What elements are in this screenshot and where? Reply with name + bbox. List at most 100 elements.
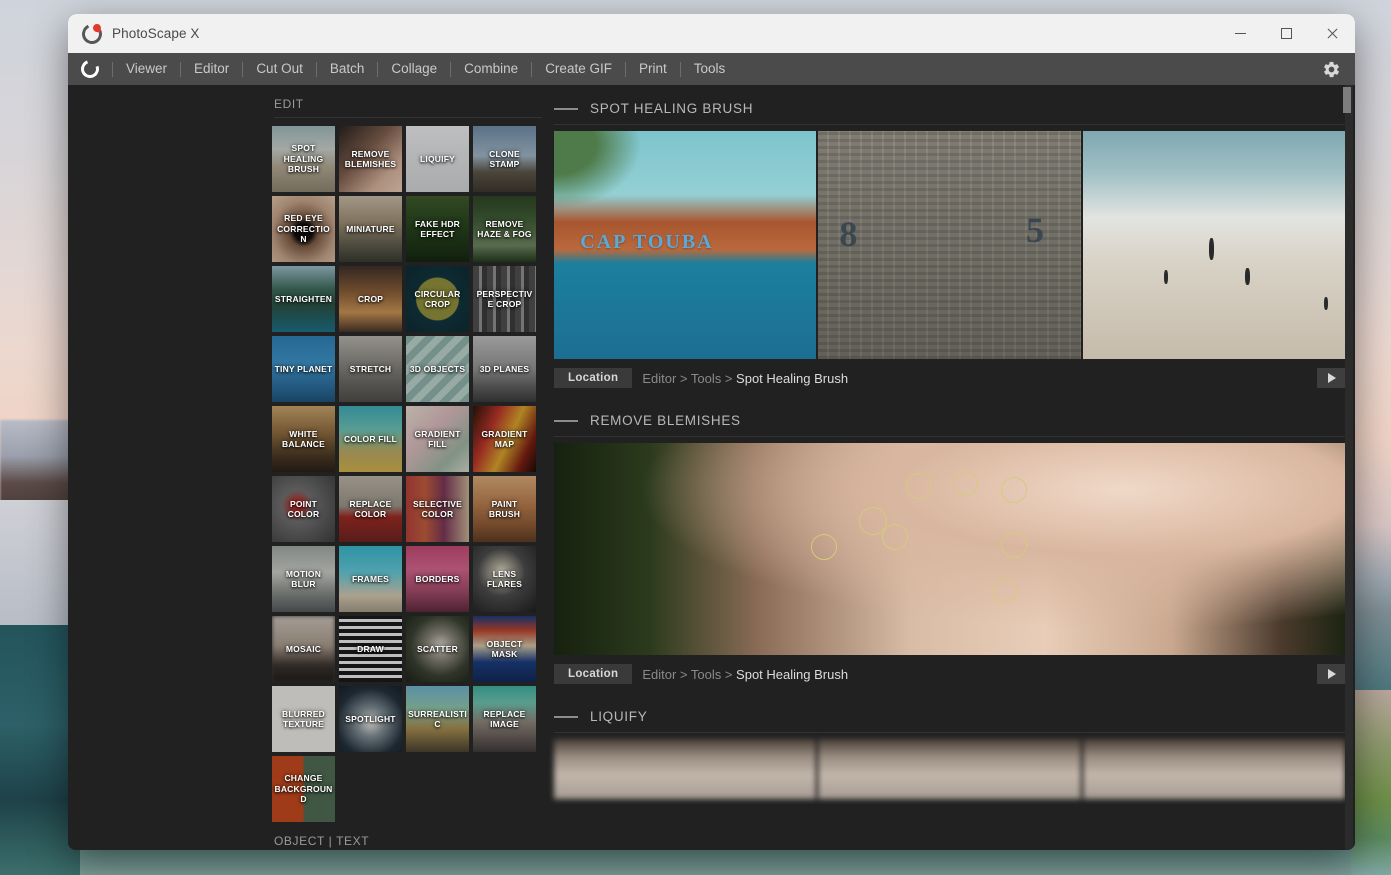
preview-pane: SPOT HEALING BRUSH CAP TOUBA 8 5 Locatio… [544, 85, 1355, 850]
tool-tile-perspective-crop[interactable]: PERSPECTIVE CROP [473, 266, 536, 332]
preview-image-brickwall[interactable]: 8 5 [818, 131, 1081, 359]
tool-tile-color-fill[interactable]: COLOR FILL [339, 406, 402, 472]
location-bar-remove-blemishes: Location Editor > Tools > Spot Healing B… [554, 655, 1345, 693]
breadcrumb: Editor > Tools > Spot Healing Brush [642, 371, 848, 386]
tool-tile-label: SELECTIVE COLOR [412, 498, 463, 520]
tool-tile-scatter[interactable]: SCATTER [406, 616, 469, 682]
tool-tile-remove-blemishes[interactable]: REMOVE BLEMISHES [339, 126, 402, 192]
preview-image-liquify-2[interactable] [818, 739, 1081, 799]
tool-tile-liquify[interactable]: LIQUIFY [406, 126, 469, 192]
tool-tile-paint-brush[interactable]: PAINT BRUSH [473, 476, 536, 542]
play-button[interactable] [1317, 368, 1345, 388]
blemish-marker [1000, 532, 1027, 559]
tool-tile-straighten[interactable]: STRAIGHTEN [272, 266, 335, 332]
menu-item-create-gif[interactable]: Create GIF [532, 53, 625, 85]
menu-item-batch[interactable]: Batch [317, 53, 378, 85]
menu-item-editor[interactable]: Editor [181, 53, 242, 85]
tool-tile-borders[interactable]: BORDERS [406, 546, 469, 612]
preview-scrollbar-track[interactable] [1343, 85, 1353, 850]
tool-tile-lens-flares[interactable]: LENS FLARES [473, 546, 536, 612]
tool-tile-label: DRAW [357, 643, 384, 654]
tool-tile-label: POINT COLOR [287, 498, 320, 520]
app-window: PhotoScape X Viewer Editor Cut Out Batch… [68, 14, 1355, 850]
preview-title-remove-blemishes: REMOVE BLEMISHES [590, 413, 741, 428]
maximize-button[interactable] [1263, 14, 1309, 53]
tool-tile-label: REMOVE BLEMISHES [344, 148, 397, 170]
tool-tile-remove-haze-fog[interactable]: REMOVE HAZE & FOG [473, 196, 536, 262]
tool-tile-tiny-planet[interactable]: TINY PLANET [272, 336, 335, 402]
tool-tile-label: CIRCULAR CROP [414, 288, 461, 310]
tool-tile-3d-objects[interactable]: 3D OBJECTS [406, 336, 469, 402]
wallpaper-grassland [1351, 690, 1391, 875]
tool-tile-crop[interactable]: CROP [339, 266, 402, 332]
preview-images-liquify [554, 739, 1345, 799]
preview-image-beach[interactable] [1082, 131, 1345, 359]
gear-icon[interactable] [1322, 60, 1341, 79]
tool-tile-spot-healing-brush[interactable]: SPOT HEALING BRUSH [272, 126, 335, 192]
tool-tile-circular-crop[interactable]: CIRCULAR CROP [406, 266, 469, 332]
app-home-icon[interactable] [78, 57, 102, 81]
tool-tile-mosaic[interactable]: MOSAIC [272, 616, 335, 682]
section-divider [554, 436, 1345, 437]
tool-tile-fake-hdr-effect[interactable]: FAKE HDR EFFECT [406, 196, 469, 262]
tool-tile-miniature[interactable]: MINIATURE [339, 196, 402, 262]
tool-tile-point-color[interactable]: POINT COLOR [272, 476, 335, 542]
tool-tile-label: STRETCH [349, 363, 392, 374]
tool-tile-object-mask[interactable]: OBJECT MASK [473, 616, 536, 682]
tool-tile-blurred-texture[interactable]: BLURRED TEXTURE [272, 686, 335, 752]
tool-tile-label: SCATTER [417, 643, 458, 654]
tool-tile-label: SPOT HEALING BRUSH [283, 143, 324, 175]
minimize-button[interactable] [1217, 14, 1263, 53]
close-button[interactable] [1309, 14, 1355, 53]
preview-image-face[interactable] [554, 443, 1345, 655]
blemish-marker [882, 523, 909, 550]
blemish-marker [905, 472, 932, 499]
tool-tile-label: CHANGE BACKGROUND [274, 773, 333, 805]
location-label: Location [554, 368, 633, 388]
menu-item-viewer[interactable]: Viewer [113, 53, 180, 85]
tool-tile-label: REPLACE IMAGE [483, 708, 526, 730]
preview-image-liquify-3[interactable] [1082, 739, 1345, 799]
section-divider [554, 732, 1345, 733]
play-button[interactable] [1317, 664, 1345, 684]
menu-item-collage[interactable]: Collage [378, 53, 450, 85]
breadcrumb-current: Spot Healing Brush [736, 666, 849, 682]
preview-image-pool[interactable]: CAP TOUBA [554, 131, 817, 359]
blemish-marker [993, 578, 1017, 603]
tool-tile-label: GRADIENT MAP [481, 428, 528, 450]
tool-tile-frames[interactable]: FRAMES [339, 546, 402, 612]
tool-tile-gradient-fill[interactable]: GRADIENT FILL [406, 406, 469, 472]
blemish-marker [811, 534, 838, 561]
section-heading-object-text: OBJECT | TEXT [274, 834, 370, 848]
tool-tile-motion-blur[interactable]: MOTION BLUR [272, 546, 335, 612]
preview-scrollbar-thumb[interactable] [1343, 87, 1351, 113]
tool-tile-surrealistic[interactable]: SURREALISTIC [406, 686, 469, 752]
tool-tile-red-eye-correction[interactable]: RED EYE CORRECTION [272, 196, 335, 262]
photoscape-logo-icon [79, 20, 105, 47]
tool-tile-replace-image[interactable]: REPLACE IMAGE [473, 686, 536, 752]
tool-tile-3d-planes[interactable]: 3D PLANES [473, 336, 536, 402]
tool-tile-stretch[interactable]: STRETCH [339, 336, 402, 402]
tool-tile-replace-color[interactable]: REPLACE COLOR [339, 476, 402, 542]
section-heading-edit: EDIT [274, 97, 304, 111]
palm-decor [554, 131, 656, 220]
tool-tile-label: TINY PLANET [274, 363, 333, 374]
menu-item-cut-out[interactable]: Cut Out [243, 53, 316, 85]
tool-tile-clone-stamp[interactable]: CLONE STAMP [473, 126, 536, 192]
tool-tile-gradient-map[interactable]: GRADIENT MAP [473, 406, 536, 472]
tool-tile-spotlight[interactable]: SPOTLIGHT [339, 686, 402, 752]
preview-image-liquify-1[interactable] [554, 739, 817, 799]
tool-tile-change-background[interactable]: CHANGE BACKGROUND [272, 756, 335, 822]
menu-item-tools[interactable]: Tools [681, 53, 739, 85]
tool-tile-label: CLONE STAMP [489, 148, 520, 170]
tool-tile-selective-color[interactable]: SELECTIVE COLOR [406, 476, 469, 542]
tool-tile-label: STRAIGHTEN [274, 293, 333, 304]
tool-tile-label: MOTION BLUR [285, 568, 322, 590]
preview-title-spot-healing: SPOT HEALING BRUSH [590, 101, 754, 116]
tool-tile-white-balance[interactable]: WHITE BALANCE [272, 406, 335, 472]
menu-item-print[interactable]: Print [626, 53, 680, 85]
tool-tile-label: BORDERS [415, 573, 460, 584]
tool-tile-draw[interactable]: DRAW [339, 616, 402, 682]
menu-item-combine[interactable]: Combine [451, 53, 531, 85]
preview-title-liquify: LIQUIFY [590, 709, 648, 724]
